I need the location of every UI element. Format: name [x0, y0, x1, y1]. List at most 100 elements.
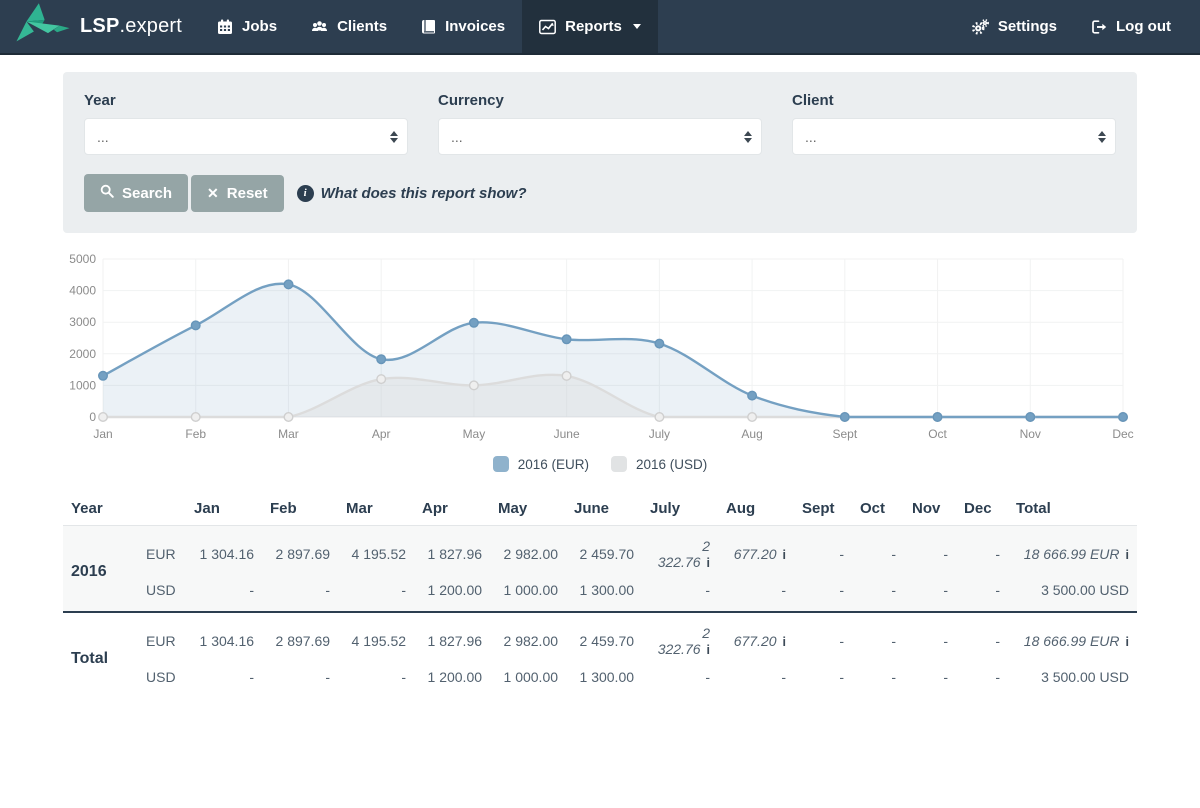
amount-cell: -	[718, 576, 794, 612]
legend-item-eur[interactable]: 2016 (EUR)	[493, 456, 589, 472]
nav-item-jobs[interactable]: Jobs	[200, 0, 294, 53]
amount-cell: 2 459.70	[566, 612, 642, 663]
row-group-label: Total	[63, 612, 138, 698]
nav-item-logout[interactable]: Log out	[1074, 0, 1188, 53]
col-header-jan: Jan	[186, 492, 262, 526]
amount-cell: 1 000.00	[490, 663, 566, 698]
nav-spacer	[658, 0, 955, 53]
year-select[interactable]: ...	[85, 119, 407, 154]
svg-text:June: June	[554, 427, 580, 441]
amount-value: -	[943, 582, 948, 598]
amount-value: -	[891, 669, 896, 685]
filter-field-year: Year ...	[84, 92, 408, 155]
info-icon[interactable]: i	[707, 556, 710, 570]
nav-item-label: Settings	[998, 18, 1057, 35]
amount-value: 18 666.99 EUR	[1024, 546, 1120, 562]
amount-cell: 1 827.96	[414, 612, 490, 663]
amount-value: -	[325, 669, 330, 685]
col-header-total: Total	[1008, 492, 1137, 526]
amount-cell: 677.20i	[718, 612, 794, 663]
client-select[interactable]: ...	[793, 119, 1115, 154]
amount-value: -	[401, 669, 406, 685]
amount-value: -	[781, 582, 786, 598]
amount-cell: -	[338, 576, 414, 612]
col-header-dec: Dec	[956, 492, 1008, 526]
brand-name: LSP.expert	[80, 15, 182, 38]
book-icon	[421, 19, 436, 35]
info-icon[interactable]: i	[707, 643, 710, 657]
amount-value: 1 300.00	[580, 582, 635, 598]
amount-value: 677.20	[734, 546, 777, 562]
amount-value: 2 459.70	[580, 546, 635, 562]
col-header-june: June	[566, 492, 642, 526]
svg-text:May: May	[463, 427, 486, 441]
brand[interactable]: LSP.expert	[14, 0, 182, 53]
amount-value: 1 000.00	[504, 669, 559, 685]
amount-value: 1 300.00	[580, 669, 635, 685]
svg-text:Aug: Aug	[741, 427, 762, 441]
report-info-text: What does this report show?	[321, 185, 527, 202]
amount-cell: 677.20 i	[718, 526, 794, 577]
nav-item-reports[interactable]: Reports	[522, 0, 658, 53]
legend-swatch-icon	[493, 456, 509, 472]
reset-button[interactable]: ✕ Reset	[191, 175, 284, 212]
nav-item-invoices[interactable]: Invoices	[404, 0, 522, 53]
gears-icon	[972, 19, 989, 35]
col-header-mar: Mar	[338, 492, 414, 526]
amount-value: -	[943, 546, 948, 562]
client-label: Client	[792, 92, 1116, 109]
amount-value: -	[839, 669, 844, 685]
amount-cell: -	[186, 663, 262, 698]
svg-text:Nov: Nov	[1020, 427, 1041, 441]
info-circle-icon[interactable]: i	[297, 185, 314, 202]
table-row-2016-eur: 2016EUR1 304.162 897.694 195.521 827.962…	[63, 526, 1137, 577]
row-group-label: 2016	[63, 526, 138, 613]
svg-text:Jan: Jan	[93, 427, 112, 441]
chart-legend: 2016 (EUR) 2016 (USD)	[63, 451, 1137, 477]
svg-text:2000: 2000	[69, 347, 96, 361]
nav-item-settings[interactable]: Settings	[955, 0, 1074, 53]
legend-swatch-icon	[611, 456, 627, 472]
legend-label: 2016 (USD)	[636, 457, 707, 472]
col-header-aug: Aug	[718, 492, 794, 526]
amount-cell: -	[794, 576, 852, 612]
svg-text:Mar: Mar	[278, 427, 299, 441]
nav-item-clients[interactable]: Clients	[294, 0, 404, 53]
amount-value: -	[705, 669, 710, 685]
navbar: LSP.expert JobsClientsInvoicesReports Se…	[0, 0, 1200, 55]
amount-cell: 2 322.76i	[642, 526, 718, 577]
table-row-total-usd: USD---1 200.001 000.001 300.00------3 50…	[63, 663, 1137, 698]
amount-value: 2 459.70	[580, 633, 635, 649]
amount-cell: 1 827.96	[414, 526, 490, 577]
amount-cell: -	[852, 576, 904, 612]
amount-cell: -	[262, 576, 338, 612]
amount-value: -	[249, 669, 254, 685]
amount-cell: -	[956, 663, 1008, 698]
amount-cell: -	[338, 663, 414, 698]
amount-value: -	[839, 582, 844, 598]
svg-text:Dec: Dec	[1112, 427, 1133, 441]
amount-cell: -	[904, 526, 956, 577]
info-icon[interactable]: i	[783, 548, 786, 562]
amount-value: -	[839, 546, 844, 562]
amount-value: 3 500.00 USD	[1041, 669, 1129, 685]
amount-value: 2 322.76	[658, 625, 710, 657]
amount-cell: 4 195.52	[338, 612, 414, 663]
filter-field-currency: Currency ...	[438, 92, 762, 155]
info-icon[interactable]: i	[783, 635, 786, 649]
currency-label: Currency	[438, 92, 762, 109]
amount-cell: 2 982.00	[490, 526, 566, 577]
x-icon: ✕	[207, 186, 219, 200]
svg-text:0: 0	[89, 410, 96, 424]
currency-label: EUR	[138, 612, 186, 663]
currency-select[interactable]: ...	[439, 119, 761, 154]
legend-item-usd[interactable]: 2016 (USD)	[611, 456, 707, 472]
search-button[interactable]: Search	[84, 174, 188, 212]
info-icon[interactable]: i	[1126, 548, 1129, 562]
amount-value: 1 304.16	[200, 633, 255, 649]
svg-text:4000: 4000	[69, 284, 96, 298]
amount-value: -	[995, 669, 1000, 685]
amount-cell: 1 304.16	[186, 612, 262, 663]
amount-value: -	[705, 582, 710, 598]
info-icon[interactable]: i	[1126, 635, 1129, 649]
